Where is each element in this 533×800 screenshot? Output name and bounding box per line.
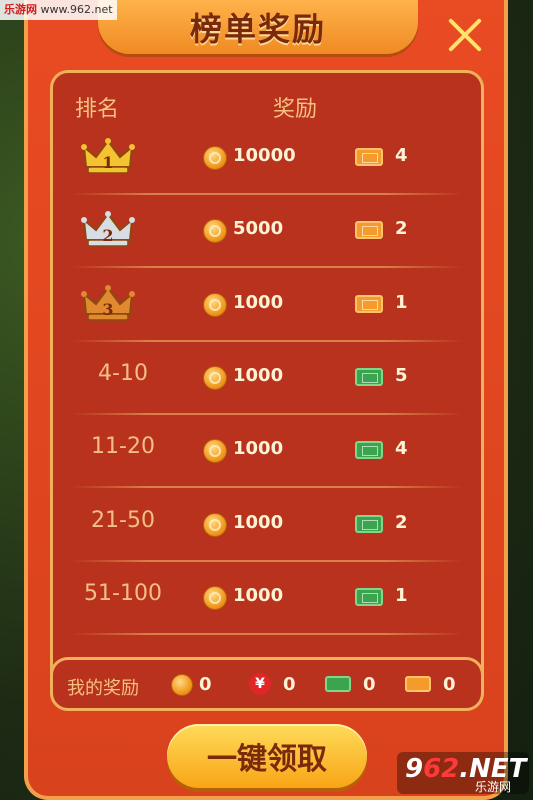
crown-rank-number: 1 <box>102 153 113 172</box>
ticket-icon <box>355 514 383 533</box>
ticket-icon <box>355 367 383 386</box>
ticket-reward: 1 <box>395 291 408 313</box>
ticket-icon <box>355 441 383 460</box>
page-title: 榜单奖励 <box>189 10 326 48</box>
close-icon[interactable] <box>446 16 484 54</box>
crown-icon: 1 <box>80 137 136 179</box>
header-reward: 奖励 <box>273 97 318 122</box>
crown-icon: 3 <box>80 284 136 326</box>
coin-icon <box>203 512 227 537</box>
my-yen-value: 0 <box>283 674 296 695</box>
coin-icon <box>203 292 227 317</box>
yen-icon: ¥ <box>249 673 271 695</box>
coin-reward: 1000 <box>233 438 284 460</box>
ranking-row: 4-10 1000 5 <box>53 341 481 415</box>
header-rank: 排名 <box>75 97 120 122</box>
ranking-row: 1 10000 4 <box>53 121 481 195</box>
watermark-site: 乐游网 <box>4 3 37 16</box>
my-rewards-bar: 我的奖励 0 ¥ 0 0 0 <box>50 657 484 711</box>
ranking-list: 排名 奖励 1 10000 4 2 5000 2 3 1000 1 4-10 1… <box>50 70 484 710</box>
ticket-reward: 4 <box>395 438 408 460</box>
coin-reward: 1000 <box>233 584 284 606</box>
my-coins-value: 0 <box>199 674 212 695</box>
ticket-icon <box>355 148 383 166</box>
ranking-row: 51-100 1000 1 <box>53 561 481 635</box>
ranking-row: 21-50 1000 2 <box>53 488 481 562</box>
rank-range: 11-20 <box>91 434 155 460</box>
logo-subtext: 乐游网 <box>475 780 512 794</box>
ticket-reward: 2 <box>395 511 408 533</box>
coin-icon <box>203 365 227 390</box>
rank-range: 51-100 <box>84 580 162 606</box>
coin-icon <box>171 674 193 696</box>
coin-reward: 1000 <box>233 511 284 533</box>
coin-reward: 5000 <box>233 218 284 240</box>
green-ticket-icon <box>325 676 351 692</box>
my-rewards-label: 我的奖励 <box>67 678 139 699</box>
coin-icon <box>203 146 227 170</box>
claim-all-label: 一键领取 <box>207 742 327 777</box>
list-header: 排名 奖励 <box>53 91 481 122</box>
coin-reward: 10000 <box>233 145 296 166</box>
my-orange-tickets-value: 0 <box>443 674 456 695</box>
coin-icon <box>203 219 227 244</box>
crown-rank-number: 3 <box>102 300 113 319</box>
coin-reward: 1000 <box>233 291 284 313</box>
watermark-top: 乐游网 www.962.net <box>0 0 117 20</box>
ticket-reward: 1 <box>395 584 408 606</box>
coin-icon <box>203 439 227 464</box>
ranking-row: 2 5000 2 <box>53 194 481 269</box>
ticket-reward: 4 <box>395 145 408 166</box>
site-logo: 962.NET 乐游网 <box>397 752 529 794</box>
coin-reward: 1000 <box>233 364 284 386</box>
title-tab: 榜单奖励 <box>98 0 418 54</box>
rank-range: 4-10 <box>98 360 148 386</box>
crown-icon: 2 <box>80 210 136 252</box>
ranking-row: 11-20 1000 4 <box>53 414 481 489</box>
my-green-tickets-value: 0 <box>363 674 376 695</box>
ticket-icon <box>355 294 383 313</box>
orange-ticket-icon <box>405 676 431 692</box>
ticket-reward: 2 <box>395 218 408 240</box>
ticket-reward: 5 <box>395 364 408 386</box>
ticket-icon <box>355 221 383 240</box>
crown-rank-number: 2 <box>102 226 113 245</box>
row-divider <box>71 632 463 635</box>
watermark-url: www.962.net <box>40 3 113 16</box>
coin-icon <box>203 585 227 610</box>
ticket-icon <box>355 587 383 606</box>
claim-all-button[interactable]: 一键领取 <box>167 724 367 788</box>
rank-range: 21-50 <box>91 507 155 533</box>
ranking-row: 3 1000 1 <box>53 268 481 342</box>
